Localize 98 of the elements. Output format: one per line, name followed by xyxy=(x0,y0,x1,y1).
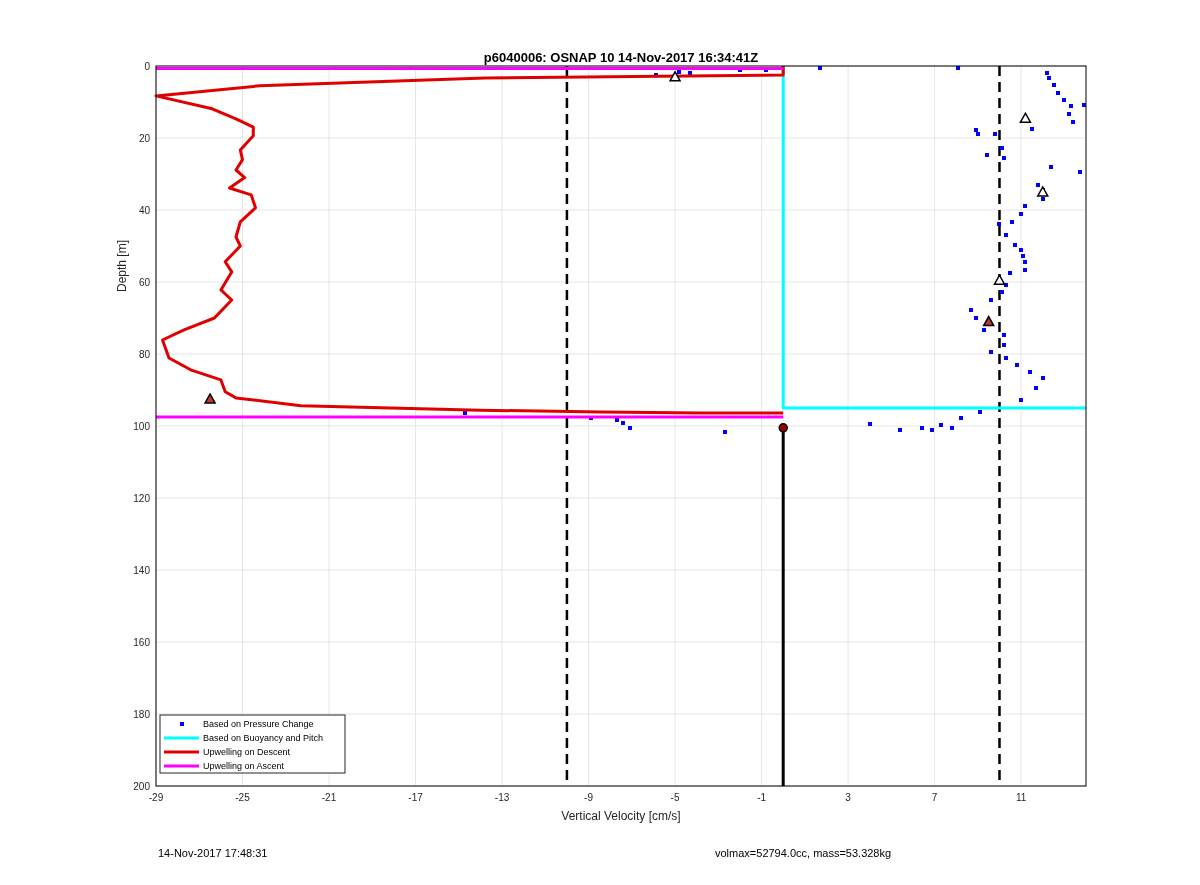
data-point xyxy=(1049,165,1053,169)
data-point xyxy=(1023,268,1027,272)
data-point xyxy=(589,416,593,420)
data-point xyxy=(939,423,943,427)
tick-label: -29 xyxy=(148,792,164,803)
data-point xyxy=(997,222,1001,226)
data-point xyxy=(1028,370,1032,374)
data-point xyxy=(930,428,934,432)
tick-label: -13 xyxy=(494,792,510,803)
tick-label: -21 xyxy=(321,792,337,803)
data-point xyxy=(764,68,768,72)
circle-marker xyxy=(778,423,788,433)
tick-label: -5 xyxy=(670,792,680,803)
data-point xyxy=(1013,243,1017,247)
legend-label: Upwelling on Ascent xyxy=(203,761,285,771)
data-point xyxy=(985,153,989,157)
tick-label: 120 xyxy=(133,493,150,504)
tick-label: 200 xyxy=(133,781,150,792)
tick-label: 20 xyxy=(138,133,150,144)
tick-label: 80 xyxy=(138,349,150,360)
axis-label: Vertical Velocity [cm/s] xyxy=(561,809,681,823)
data-point xyxy=(1082,103,1086,107)
data-point xyxy=(898,428,902,432)
data-point xyxy=(1030,127,1034,131)
triangle-marker xyxy=(1036,185,1049,197)
data-point xyxy=(1069,104,1073,108)
tick-label: 40 xyxy=(138,205,150,216)
data-point xyxy=(1062,98,1066,102)
data-point xyxy=(1004,356,1008,360)
data-point xyxy=(950,426,954,430)
data-point xyxy=(1021,254,1025,258)
data-point xyxy=(989,350,993,354)
data-point xyxy=(1015,363,1019,367)
data-point xyxy=(1002,343,1006,347)
data-point xyxy=(1052,83,1056,87)
data-point xyxy=(688,71,692,75)
triangle-marker xyxy=(982,315,995,327)
tick-label: -9 xyxy=(584,792,593,803)
axis-label: Depth [m] xyxy=(115,240,129,292)
data-point xyxy=(1023,260,1027,264)
data-point xyxy=(1019,212,1023,216)
data-point xyxy=(1067,112,1071,116)
data-point xyxy=(1002,333,1006,337)
data-point xyxy=(959,416,963,420)
tick-label: 11 xyxy=(1015,792,1027,803)
tick-label: -25 xyxy=(235,792,250,803)
footer-note: volmax=52794.0cc, mass=53.328kg xyxy=(715,846,892,861)
data-point xyxy=(1002,156,1006,160)
tick-label: 180 xyxy=(133,709,150,720)
tick-label: 160 xyxy=(133,637,150,648)
data-point xyxy=(1023,204,1027,208)
tick-label: -1 xyxy=(757,792,767,803)
data-point xyxy=(1000,146,1004,150)
data-point xyxy=(1034,386,1038,390)
data-point xyxy=(738,68,742,72)
data-point xyxy=(1056,91,1060,95)
timestamp: 14-Nov-2017 17:48:31 xyxy=(158,846,269,861)
data-point xyxy=(974,316,978,320)
data-point xyxy=(1078,170,1082,174)
data-point xyxy=(1071,120,1075,124)
data-point xyxy=(654,73,658,77)
triangle-marker xyxy=(1019,111,1032,123)
data-point xyxy=(615,418,619,422)
data-point xyxy=(956,66,960,70)
tick-label: 3 xyxy=(845,792,851,803)
data-point xyxy=(723,430,727,434)
data-point xyxy=(969,308,973,312)
triangle-marker xyxy=(668,70,682,82)
data-point xyxy=(1019,398,1023,402)
data-point xyxy=(989,298,993,302)
tick-label: 140 xyxy=(133,565,150,576)
data-point xyxy=(1041,376,1045,380)
legend-label: Based on Pressure Change xyxy=(203,719,314,729)
data-point xyxy=(818,66,822,70)
tick-label: 100 xyxy=(133,421,150,432)
data-point xyxy=(463,411,467,415)
triangle-marker xyxy=(993,273,1006,285)
triangle-marker xyxy=(203,392,217,404)
data-point xyxy=(1008,271,1012,275)
data-point xyxy=(621,421,625,425)
legend-label: Based on Buoyancy and Pitch xyxy=(203,733,324,743)
data-point xyxy=(1000,290,1004,294)
data-point xyxy=(1004,233,1008,237)
tick-label: 7 xyxy=(931,792,938,803)
data-point xyxy=(868,422,872,426)
data-point xyxy=(677,70,681,74)
data-point xyxy=(993,132,997,136)
tick-label: 60 xyxy=(138,277,150,288)
tick-label: 0 xyxy=(144,61,150,72)
plot-title: p6040006: OSNAP 10 14-Nov-2017 16:34:41Z xyxy=(483,50,759,65)
data-point xyxy=(920,426,924,430)
data-point xyxy=(1036,183,1040,187)
data-point xyxy=(978,410,982,414)
data-point xyxy=(1010,220,1014,224)
tick-label: -17 xyxy=(408,792,423,803)
data-point xyxy=(628,426,632,430)
data-point xyxy=(1019,248,1023,252)
legend-label: Upwelling on Descent xyxy=(203,747,291,757)
